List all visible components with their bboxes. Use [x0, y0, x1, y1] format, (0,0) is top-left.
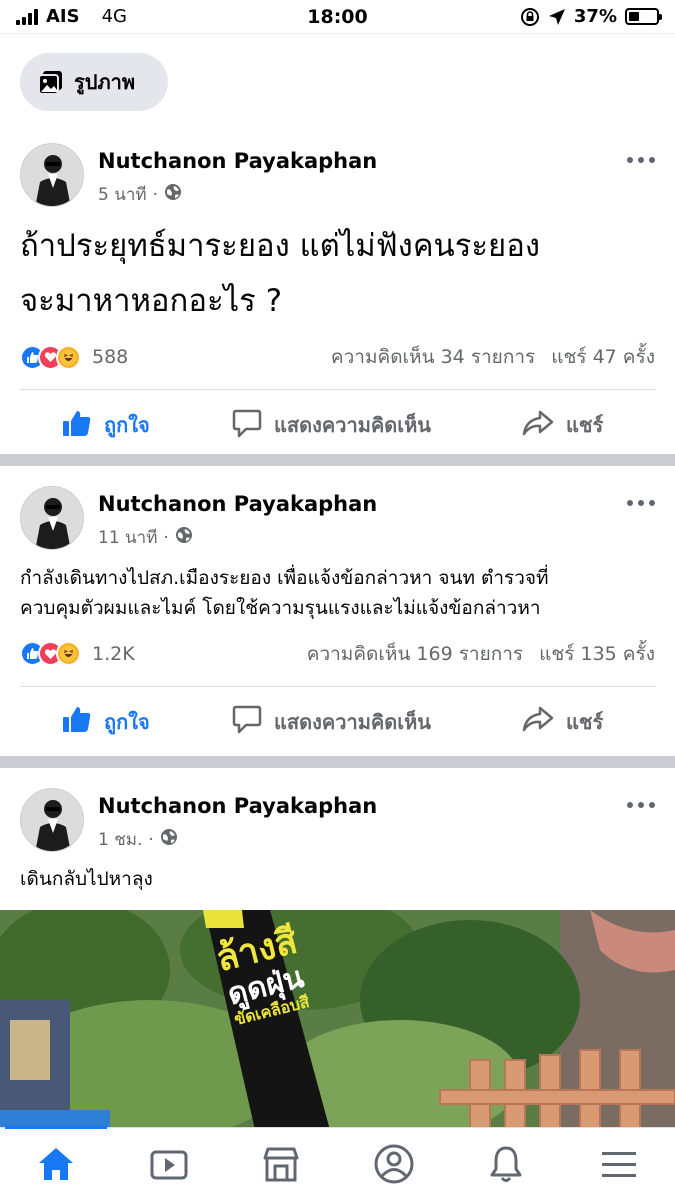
photo-chip[interactable]: รูปภาพ	[20, 53, 168, 111]
post-time[interactable]: 1 ชม.	[98, 826, 142, 853]
more-options-icon[interactable]	[627, 157, 655, 163]
post-text-line: ถ้าประยุทธ์มาระยอง แต่ไม่ฟังคนระยอง	[20, 228, 540, 264]
tab-watch[interactable]	[144, 1139, 194, 1189]
post-time[interactable]: 5 นาที	[98, 181, 147, 208]
post-card: Nutchanon Payakaphan 1 ชม. · เดินกลับไปห…	[0, 788, 675, 908]
post-photo[interactable]: ล้างสี ดูดฝุ่น ขัดเคลือบสี	[0, 910, 675, 1130]
post-author[interactable]: Nutchanon Payakaphan	[98, 794, 377, 818]
tab-profile[interactable]	[369, 1139, 419, 1189]
share-label: แชร์	[566, 413, 604, 438]
post-card: Nutchanon Payakaphan 11 นาที · กำลังเดิน…	[0, 486, 675, 754]
comment-icon	[232, 704, 262, 739]
share-label: แชร์	[566, 709, 604, 734]
post-author[interactable]: Nutchanon Payakaphan	[98, 492, 377, 516]
avatar[interactable]	[20, 143, 84, 207]
reaction-summary[interactable]: 588 ความคิดเห็น 34 รายการ แชร์ 47 ครั้ง	[0, 335, 675, 379]
share-button[interactable]: แชร์	[522, 409, 603, 442]
share-count[interactable]: แชร์ 47 ครั้ง	[551, 342, 655, 372]
post-text: ถ้าประยุทธ์มาระยอง แต่ไม่ฟังคนระยอง จะมา…	[0, 219, 675, 329]
action-bar: ถูกใจ แสดงความคิดเห็น แชร์	[0, 687, 675, 757]
video-icon	[150, 1150, 188, 1180]
comment-button[interactable]: แสดงความคิดเห็น	[232, 408, 522, 443]
comment-label: แสดงความคิดเห็น	[274, 413, 431, 438]
like-label: ถูกใจ	[104, 413, 150, 438]
carrier-label: AIS	[46, 6, 80, 27]
bell-icon	[490, 1146, 522, 1182]
photo-icon	[38, 71, 62, 95]
post-time[interactable]: 11 นาที	[98, 524, 157, 551]
post-text-line: ควบคุมตัวผมและไมค์ โดยใช้ความรุนแรงและไม…	[20, 597, 541, 620]
thumbs-up-icon	[62, 409, 92, 442]
tab-marketplace[interactable]	[256, 1139, 306, 1189]
avatar[interactable]	[20, 486, 84, 550]
post-author[interactable]: Nutchanon Payakaphan	[98, 149, 377, 173]
clock: 18:00	[307, 5, 368, 28]
share-button[interactable]: แชร์	[522, 705, 603, 738]
care-reaction-icon	[56, 641, 81, 667]
post-text: กำลังเดินทางไปสภ.เมืองระยอง เพื่อแจ้งข้อ…	[0, 563, 675, 624]
status-bar: AIS 4G 18:00 37%	[0, 0, 675, 34]
profile-icon	[374, 1144, 414, 1184]
reaction-icons	[20, 344, 81, 370]
home-icon	[39, 1148, 74, 1180]
comment-count[interactable]: ความคิดเห็น 34 รายการ	[331, 342, 535, 372]
reaction-count[interactable]: 1.2K	[92, 643, 135, 665]
globe-icon	[164, 183, 182, 206]
bottom-tab-bar	[0, 1126, 675, 1200]
comment-label: แสดงความคิดเห็น	[274, 709, 431, 734]
globe-icon	[160, 828, 178, 851]
orientation-lock-icon	[520, 7, 539, 26]
share-icon	[522, 705, 554, 738]
comment-button[interactable]: แสดงความคิดเห็น	[232, 704, 522, 739]
post-text-line: กำลังเดินทางไปสภ.เมืองระยอง เพื่อแจ้งข้อ…	[20, 567, 549, 589]
like-button[interactable]: ถูกใจ	[62, 409, 232, 442]
reaction-count[interactable]: 588	[92, 346, 128, 368]
feed-divider	[0, 454, 675, 466]
tab-notifications[interactable]	[481, 1139, 531, 1189]
feed-divider	[0, 756, 675, 768]
battery-icon	[625, 8, 662, 25]
share-icon	[522, 409, 554, 442]
reaction-icons	[20, 641, 81, 667]
location-icon	[548, 8, 565, 25]
thumbs-up-icon	[62, 705, 92, 738]
post-text-line: จะมาหาหอกอะไร ?	[20, 283, 283, 320]
tab-menu[interactable]	[594, 1139, 644, 1189]
network-label: 4G	[101, 6, 127, 27]
signal-icon	[16, 8, 38, 25]
menu-icon	[601, 1152, 636, 1177]
action-bar: ถูกใจ แสดงความคิดเห็น แชร์	[0, 390, 675, 460]
post-text: เดินกลับไปหาลุง	[20, 868, 153, 890]
more-options-icon[interactable]	[627, 500, 655, 506]
like-button[interactable]: ถูกใจ	[62, 705, 232, 738]
comment-icon	[232, 408, 262, 443]
comment-count[interactable]: ความคิดเห็น 169 รายการ	[307, 639, 523, 669]
battery-percent: 37%	[573, 6, 617, 27]
share-count[interactable]: แชร์ 135 ครั้ง	[539, 639, 655, 669]
tab-home[interactable]	[31, 1139, 81, 1189]
avatar[interactable]	[20, 788, 84, 852]
photo-scene	[0, 910, 675, 1130]
globe-icon	[175, 526, 193, 549]
like-label: ถูกใจ	[104, 709, 150, 734]
marketplace-icon	[263, 1147, 299, 1182]
post-card: Nutchanon Payakaphan 5 นาที · ถ้าประยุทธ…	[0, 143, 675, 453]
more-options-icon[interactable]	[627, 802, 655, 808]
active-tab-indicator	[5, 1126, 107, 1129]
reaction-summary[interactable]: 1.2K ความคิดเห็น 169 รายการ แชร์ 135 ครั…	[0, 632, 675, 676]
haha-reaction-icon	[56, 344, 81, 370]
chip-label: รูปภาพ	[74, 70, 136, 94]
